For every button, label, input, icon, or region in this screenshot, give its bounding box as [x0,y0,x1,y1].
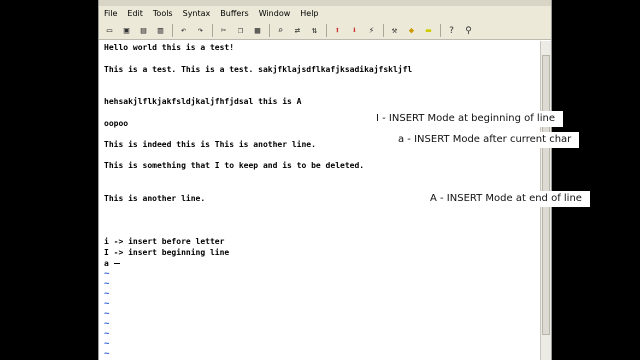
text-line: I -> insert beginning line [104,248,230,257]
open-icon[interactable]: ▭ [103,24,116,37]
callout-append-end-of-line: A - INSERT Mode at end of line [422,191,590,207]
vim-window: File Edit Tools Syntax Buffers Window He… [98,0,552,360]
toolbar-separator [440,24,441,37]
print-icon[interactable]: ▥ [154,24,167,37]
shell-icon[interactable]: ◆ [405,24,418,37]
save-session-icon[interactable]: ⬇ [348,24,361,37]
toolbar-separator [269,24,270,37]
empty-line-marker: ~ [104,309,110,319]
menu-file[interactable]: File [99,6,122,22]
text-line: oopoo [104,119,129,128]
toolbar-separator [212,24,213,37]
empty-line-marker: ~ [104,299,110,309]
cut-icon[interactable]: ✂ [217,24,230,37]
callout-insert-beginning: I - INSERT Mode at beginning of line [368,111,563,127]
empty-line-marker: ~ [104,319,110,329]
text-line: This is something that I to keep and is … [104,161,365,170]
find-prev-icon[interactable]: ⇅ [308,24,321,37]
help-icon[interactable]: ? [445,24,458,37]
text-cursor [113,263,120,264]
menu-tools[interactable]: Tools [148,6,178,22]
paste-icon[interactable]: ▦ [251,24,264,37]
load-session-icon[interactable]: ⬆ [331,24,344,37]
save-all-icon[interactable]: ▤ [137,24,150,37]
toolbar-separator [172,24,173,37]
text-line: a [104,259,120,269]
text-line: hehsakjlflkjakfsldjkaljfhfjdsal this is … [104,97,302,106]
empty-line-marker: ~ [104,329,110,339]
toolbar-separator [326,24,327,37]
find-icon[interactable]: ⌕ [274,24,287,37]
run-script-icon[interactable]: ⚡ [365,24,378,37]
text-line: Hello world this is a test! [104,43,235,52]
save-icon[interactable]: ▣ [120,24,133,37]
menu-help[interactable]: Help [295,6,323,22]
text-line: This is a test. This is a test. sakjfkla… [104,65,413,74]
empty-line-marker: ~ [104,289,110,299]
redo-icon[interactable]: ↷ [194,24,207,37]
undo-icon[interactable]: ↶ [177,24,190,37]
text-line: This is indeed this is This is another l… [104,140,316,149]
empty-line-marker: ~ [104,279,110,289]
make-icon[interactable]: ⚒ [388,24,401,37]
menu-bar: File Edit Tools Syntax Buffers Window He… [99,6,551,22]
find-help-icon[interactable]: ⚲ [462,24,475,37]
copy-icon[interactable]: ❐ [234,24,247,37]
menu-syntax[interactable]: Syntax [178,6,216,22]
tags-icon[interactable]: ▬ [422,24,435,37]
text-line: This is another line. [104,194,206,203]
text-line-content: a [104,259,114,268]
toolbar: ▭ ▣ ▤ ▥ ↶ ↷ ✂ ❐ ▦ ⌕ ⇄ ⇅ ⬆ ⬇ ⚡ ⚒ ◆ ▬ ? ⚲ [99,22,551,40]
menu-edit[interactable]: Edit [122,6,148,22]
toolbar-separator [383,24,384,37]
empty-line-marker: ~ [104,349,110,359]
empty-line-marker: ~ [104,339,110,349]
menu-window[interactable]: Window [254,6,296,22]
empty-line-marker: ~ [104,269,110,279]
text-line: i -> insert before letter [104,237,225,246]
callout-append-after-char: a - INSERT Mode after current char [390,132,580,148]
menu-buffers[interactable]: Buffers [215,6,253,22]
replace-icon[interactable]: ⇄ [291,24,304,37]
